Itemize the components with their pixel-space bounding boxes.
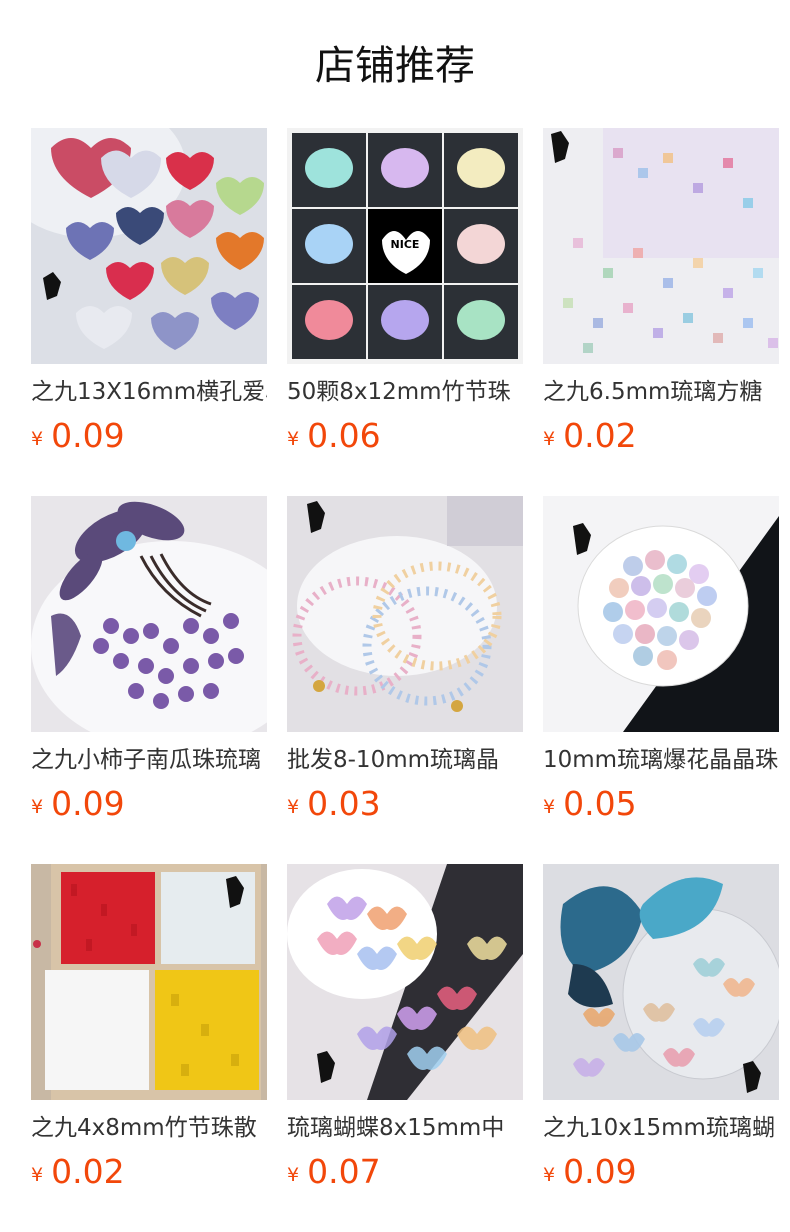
product-image[interactable] [31,496,267,732]
currency-symbol: ¥ [287,428,300,450]
product-price: ¥0.05 [543,784,637,824]
price-amount: 0.05 [563,784,637,823]
product-image[interactable] [543,496,779,732]
price-amount: 0.07 [307,1152,381,1191]
price-amount: 0.06 [307,416,381,455]
product-image[interactable] [31,864,267,1100]
product-price: ¥0.02 [31,1152,125,1192]
currency-symbol: ¥ [287,796,300,818]
price-amount: 0.02 [563,416,637,455]
product-row: 之九小柿子南瓜珠琉璃 ¥0.09 批发8-10mm琉璃晶 ¥ 0.03 10mm… [31,496,790,836]
product-image[interactable] [287,864,523,1100]
currency-symbol: ¥ [543,428,556,450]
currency-symbol: ¥ [31,428,44,450]
currency-symbol: ¥ [31,796,44,818]
svg-text:NICE: NICE [391,238,420,251]
product-image[interactable] [31,128,267,364]
currency-symbol: ¥ [543,1164,556,1186]
price-amount: 0.02 [51,1152,125,1191]
currency-symbol: ¥ [287,1164,300,1186]
product-price: ¥0.06 [287,416,381,456]
product-name[interactable]: 琉璃蝴蝶8x15mm中 [287,1112,523,1144]
section-title: 店铺推荐 [315,43,475,89]
product-image[interactable] [287,496,523,732]
price-amount: 0.09 [51,784,125,823]
price-amount: 0.03 [307,784,381,823]
product-name[interactable]: 之九13X16mm横孔爱心 [31,376,267,408]
product-price: ¥0.02 [543,416,637,456]
currency-symbol: ¥ [31,1164,44,1186]
product-name[interactable]: 之九4x8mm竹节珠散 [31,1112,267,1144]
product-row: 之九4x8mm竹节珠散 ¥0.02 琉璃蝴蝶8x15mm中 ¥ 0.07 之九1… [31,864,790,1204]
product-price: ¥0.09 [31,416,125,456]
product-name[interactable]: 10mm琉璃爆花晶晶珠 [543,744,779,776]
product-image[interactable]: NICE [287,128,523,364]
price-amount: 0.09 [51,416,125,455]
product-image[interactable] [543,864,779,1100]
product-name[interactable]: 之九小柿子南瓜珠琉璃 [31,744,267,776]
product-name[interactable]: 之九6.5mm琉璃方糖 [543,376,779,408]
product-name[interactable]: 之九10x15mm琉璃蝴 [543,1112,779,1144]
product-name[interactable]: 50颗8x12mm竹节珠 [287,376,523,408]
product-price: ¥0.03 [287,784,381,824]
price-amount: 0.09 [563,1152,637,1191]
product-image[interactable] [543,128,779,364]
product-row: 之九13X16mm横孔爱心 ¥0.09 NICE 50颗8x12mm竹节珠 ¥ … [31,128,790,468]
product-name[interactable]: 批发8-10mm琉璃晶 [287,744,523,776]
product-price: ¥0.09 [543,1152,637,1192]
currency-symbol: ¥ [543,796,556,818]
product-price: ¥0.07 [287,1152,381,1192]
product-price: ¥0.09 [31,784,125,824]
